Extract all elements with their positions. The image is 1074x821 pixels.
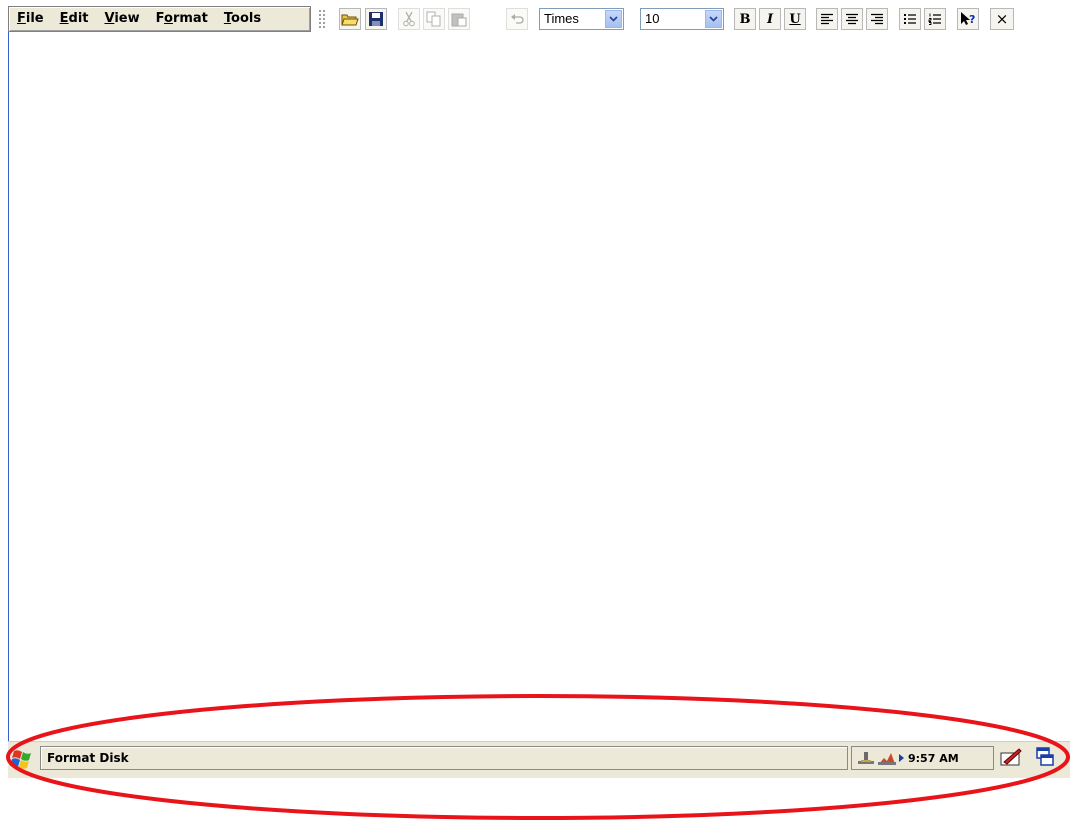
bullets-icon — [904, 14, 916, 24]
menu-edit[interactable]: Edit — [52, 7, 97, 31]
task-label: Format Disk — [47, 751, 129, 765]
open-button[interactable] — [339, 8, 361, 30]
font-size-value: 10 — [645, 11, 660, 26]
paste-button[interactable] — [448, 8, 470, 30]
font-size-combo[interactable]: 10 — [640, 8, 724, 30]
bold-button[interactable]: B — [734, 8, 756, 30]
menu-file[interactable]: File — [9, 7, 52, 31]
taskbar: Format Disk 9:57 AM — [8, 741, 1070, 778]
help-icon: ? — [961, 12, 975, 26]
font-name-value: Times — [544, 11, 579, 26]
clock[interactable]: 9:57 AM — [908, 752, 959, 765]
copy-icon — [426, 11, 441, 27]
input-panel-icon — [1000, 748, 1022, 766]
cut-button[interactable] — [398, 8, 420, 30]
underline-button[interactable]: U — [784, 8, 806, 30]
menu-view[interactable]: View — [97, 7, 148, 31]
start-flag-icon — [10, 750, 31, 769]
chevron-down-icon[interactable] — [605, 10, 622, 28]
open-folder-icon — [341, 14, 359, 26]
paste-icon — [451, 13, 467, 27]
input-panel-button[interactable] — [998, 746, 1028, 770]
save-icon — [369, 12, 383, 26]
desktop-icon — [1036, 747, 1054, 766]
align-right-icon — [871, 13, 883, 25]
chevron-right-icon[interactable] — [899, 754, 904, 762]
chevron-down-icon[interactable] — [705, 10, 722, 28]
connection-icon[interactable] — [876, 750, 898, 766]
document-area[interactable] — [8, 32, 1071, 741]
numbering-icon — [928, 13, 941, 25]
help-button[interactable]: ? — [957, 8, 979, 30]
bullets-button[interactable] — [899, 8, 921, 30]
toolbar-grip[interactable] — [318, 9, 326, 29]
system-tray: 9:57 AM — [851, 746, 994, 770]
task-button-format-disk[interactable]: Format Disk — [40, 746, 848, 770]
italic-button[interactable]: I — [759, 8, 781, 30]
start-button[interactable] — [10, 748, 36, 770]
undo-button[interactable] — [506, 8, 528, 30]
align-center-button[interactable] — [841, 8, 863, 30]
network-icon[interactable] — [856, 750, 876, 766]
close-button[interactable]: × — [990, 8, 1014, 30]
menu-tools[interactable]: Tools — [216, 7, 269, 31]
svg-text:?: ? — [969, 13, 975, 26]
command-bar: File Edit View Format Tools Times 10 B I… — [8, 6, 1043, 32]
copy-button[interactable] — [423, 8, 445, 30]
align-left-button[interactable] — [816, 8, 838, 30]
align-left-icon — [821, 13, 833, 25]
desktop-button[interactable] — [1032, 746, 1062, 770]
align-center-icon — [846, 13, 858, 25]
undo-icon — [511, 14, 524, 24]
menu-bar: File Edit View Format Tools — [8, 6, 311, 32]
numbering-button[interactable] — [924, 8, 946, 30]
menu-format[interactable]: Format — [148, 7, 216, 31]
save-button[interactable] — [365, 8, 387, 30]
align-right-button[interactable] — [866, 8, 888, 30]
cut-icon — [403, 11, 415, 27]
font-name-combo[interactable]: Times — [539, 8, 624, 30]
